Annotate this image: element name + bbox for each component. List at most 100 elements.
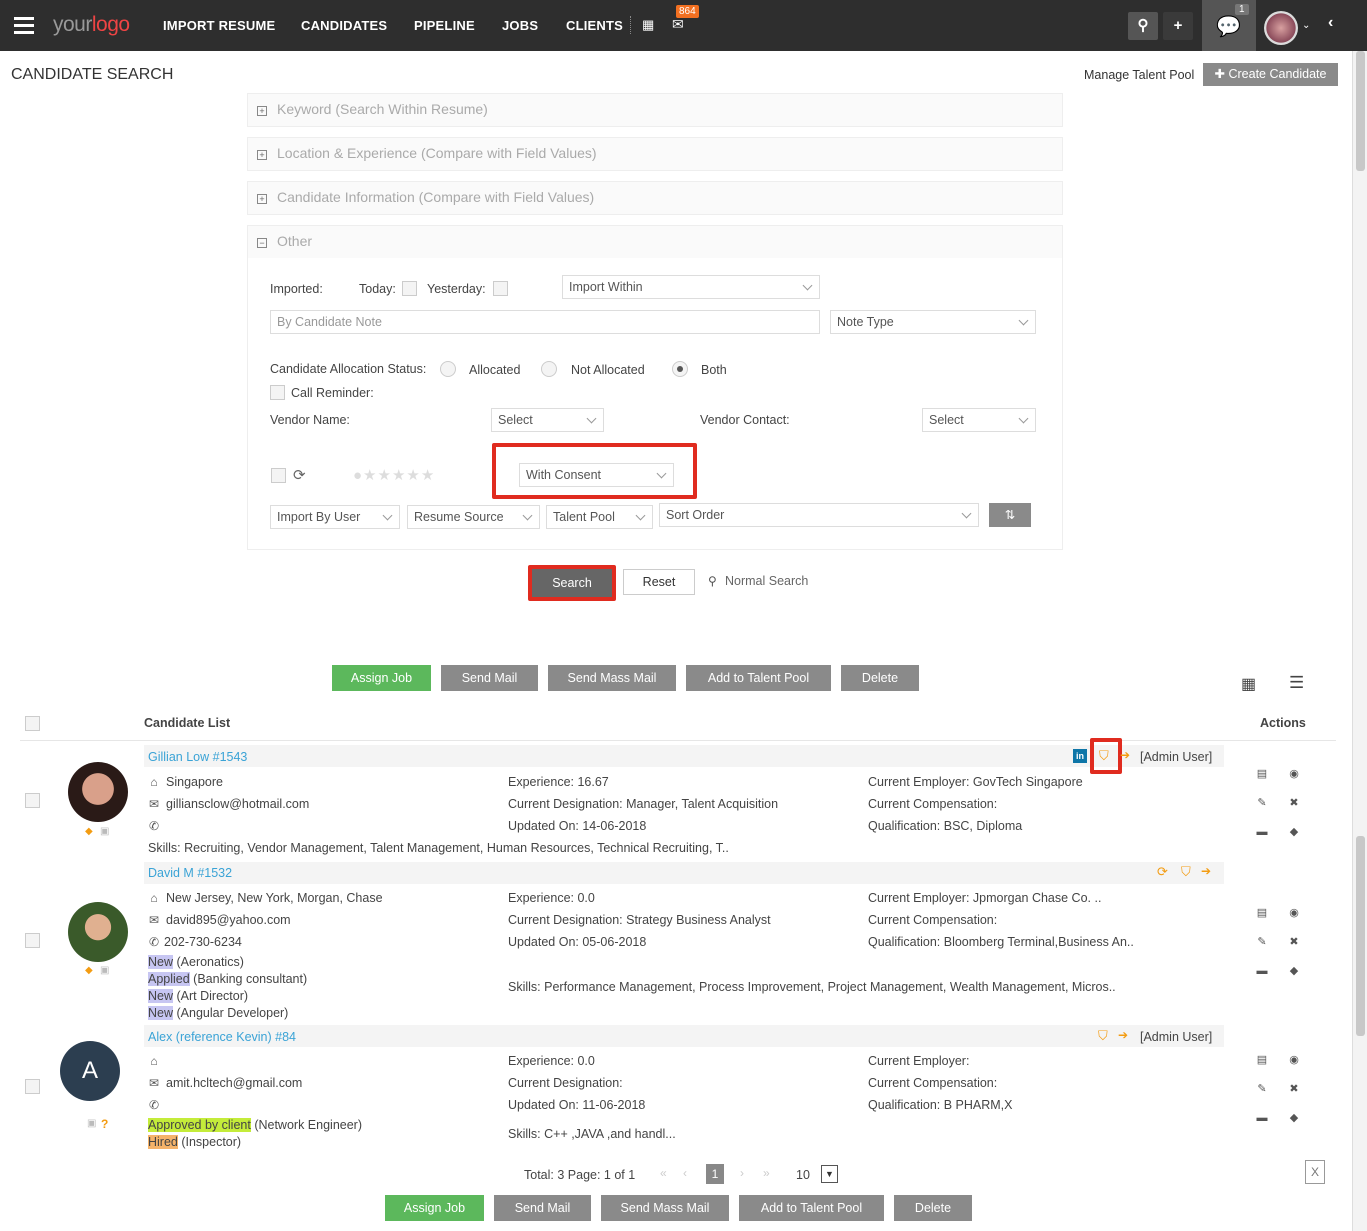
call-reminder-checkbox[interactable] — [270, 385, 285, 400]
tags-icon[interactable]: ◆ — [1288, 1112, 1300, 1124]
nav-jobs[interactable]: JOBS — [502, 18, 538, 33]
candidate-phone[interactable]: 202-730-6234 — [164, 935, 242, 949]
candidate-avatar[interactable] — [68, 762, 128, 822]
view-icon[interactable]: ◉ — [1288, 1054, 1300, 1066]
delete-icon[interactable]: ✖ — [1288, 1083, 1300, 1095]
import-by-user-select[interactable]: Import By User — [270, 505, 400, 529]
yesterday-checkbox[interactable] — [493, 281, 508, 296]
first-page-icon[interactable]: « — [660, 1166, 667, 1180]
search-icon[interactable]: ⚲ — [1128, 12, 1158, 40]
manage-talent-pool-link[interactable]: Manage Talent Pool — [1084, 68, 1194, 82]
resume-source-select[interactable]: Resume Source — [407, 505, 540, 529]
view-icon[interactable]: ◉ — [1288, 768, 1300, 780]
keyword-panel[interactable]: + Keyword (Search Within Resume) — [247, 93, 1063, 127]
excel-export-icon[interactable]: X — [1305, 1160, 1325, 1184]
linkedin-icon[interactable]: in — [1073, 749, 1087, 763]
add-icon[interactable]: + — [1163, 12, 1193, 40]
minus-icon[interactable]: ▬ — [1256, 1112, 1268, 1124]
vendor-contact-select[interactable]: Select — [922, 408, 1036, 432]
delete-button[interactable]: Delete — [841, 665, 919, 691]
add-to-talent-pool-button[interactable]: Add to Talent Pool — [686, 665, 831, 691]
send-mass-mail-button[interactable]: Send Mass Mail — [548, 665, 676, 691]
scrollbar-thumb-top[interactable] — [1356, 51, 1365, 171]
phone-icon[interactable]: ▣ — [100, 826, 109, 837]
candidate-name-link[interactable]: David M #1532 — [148, 866, 232, 880]
tags-icon[interactable]: ◆ — [1288, 965, 1300, 977]
nav-pipeline[interactable]: PIPELINE — [414, 18, 475, 33]
minus-icon[interactable]: ▬ — [1256, 965, 1268, 977]
candidate-initial-avatar[interactable]: A — [60, 1041, 120, 1101]
tag-icon[interactable]: ◆ — [85, 965, 93, 976]
consent-shield-icon[interactable]: ⛉ — [1099, 748, 1109, 764]
login-icon[interactable]: ➔ — [1201, 864, 1211, 878]
resume-icon[interactable]: ▤ — [1256, 907, 1268, 919]
next-page-icon[interactable]: › — [740, 1166, 744, 1180]
select-all-checkbox[interactable] — [25, 716, 40, 731]
consent-select[interactable]: With Consent — [519, 463, 674, 487]
resume-icon[interactable]: ▤ — [1256, 1054, 1268, 1066]
send-mass-mail-button-bottom[interactable]: Send Mass Mail — [601, 1195, 729, 1221]
candidate-email[interactable]: gilliansclow@hotmail.com — [166, 797, 309, 811]
candidate-avatar[interactable] — [68, 902, 128, 962]
phone-icon[interactable]: ▣ — [87, 1118, 96, 1129]
both-radio[interactable] — [672, 361, 688, 377]
refresh-icon[interactable]: ⟳ — [293, 466, 306, 484]
location-panel[interactable]: + Location & Experience (Compare with Fie… — [247, 137, 1063, 171]
edit-icon[interactable]: ✎ — [1256, 797, 1268, 809]
candidate-email[interactable]: david895@yahoo.com — [166, 913, 291, 927]
chat-button[interactable]: 💬 1 — [1202, 0, 1256, 51]
candidate-checkbox[interactable] — [25, 793, 40, 808]
today-checkbox[interactable] — [402, 281, 417, 296]
create-candidate-button[interactable]: ✚ Create Candidate — [1203, 63, 1338, 86]
search-button[interactable]: Search — [532, 569, 612, 597]
not-allocated-radio[interactable] — [541, 361, 557, 377]
candidate-note-input[interactable]: By Candidate Note — [270, 310, 820, 334]
sort-direction-button[interactable]: ⇅ — [989, 503, 1031, 527]
nav-clients[interactable]: CLIENTS — [566, 18, 623, 33]
nav-candidates[interactable]: CANDIDATES — [301, 18, 387, 33]
tags-icon[interactable]: ◆ — [1288, 826, 1300, 838]
other-panel-header[interactable] — [248, 226, 1062, 258]
scrollbar-thumb[interactable] — [1356, 836, 1365, 1036]
question-icon[interactable]: ? — [101, 1117, 108, 1131]
star-filter-checkbox[interactable] — [271, 468, 286, 483]
collapse-left-icon[interactable]: ‹ — [1328, 14, 1333, 32]
resume-icon[interactable]: ▤ — [1256, 768, 1268, 780]
reset-button[interactable]: Reset — [623, 569, 695, 595]
page-size-dropdown[interactable]: ▼ — [821, 1165, 838, 1183]
menu-icon[interactable] — [14, 17, 34, 34]
talent-pool-select[interactable]: Talent Pool — [546, 505, 653, 529]
tag-icon[interactable]: ◆ — [85, 826, 93, 837]
normal-search-link[interactable]: Normal Search — [725, 574, 808, 588]
prev-page-icon[interactable]: ‹ — [683, 1166, 687, 1180]
sync-icon[interactable]: ⟳ — [1157, 864, 1168, 880]
minus-icon[interactable]: ▬ — [1256, 826, 1268, 838]
candidate-info-panel[interactable]: + Candidate Information (Compare with Fie… — [247, 181, 1063, 215]
candidate-email[interactable]: amit.hcltech@gmail.com — [166, 1076, 302, 1090]
login-icon[interactable]: ➔ — [1118, 1028, 1128, 1042]
star-rating[interactable]: ●★★★★★ — [353, 466, 435, 484]
candidate-name-link[interactable]: Alex (reference Kevin) #84 — [148, 1030, 296, 1044]
last-page-icon[interactable]: » — [763, 1166, 770, 1180]
delete-icon[interactable]: ✖ — [1288, 936, 1300, 948]
user-avatar[interactable] — [1264, 11, 1298, 45]
candidate-checkbox[interactable] — [25, 1079, 40, 1094]
chevron-down-icon[interactable]: ⌄ — [1302, 20, 1310, 31]
current-page-button[interactable]: 1 — [706, 1164, 724, 1184]
note-type-select[interactable]: Note Type — [830, 310, 1036, 334]
send-mail-button[interactable]: Send Mail — [441, 665, 538, 691]
vendor-name-select[interactable]: Select — [491, 408, 604, 432]
edit-icon[interactable]: ✎ — [1256, 936, 1268, 948]
calendar-icon[interactable]: ▦ — [642, 17, 654, 33]
list-view-icon[interactable]: ☰ — [1289, 673, 1304, 693]
add-to-talent-pool-button-bottom[interactable]: Add to Talent Pool — [739, 1195, 884, 1221]
candidate-checkbox[interactable] — [25, 933, 40, 948]
delete-button-bottom[interactable]: Delete — [894, 1195, 972, 1221]
view-icon[interactable]: ◉ — [1288, 907, 1300, 919]
mail-icon[interactable]: ✉ — [672, 16, 684, 33]
assign-job-button-bottom[interactable]: Assign Job — [385, 1195, 484, 1221]
app-logo[interactable]: yourlogo — [53, 13, 130, 37]
send-mail-button-bottom[interactable]: Send Mail — [494, 1195, 591, 1221]
consent-shield-icon[interactable]: ⛉ — [1181, 864, 1191, 880]
delete-icon[interactable]: ✖ — [1288, 797, 1300, 809]
